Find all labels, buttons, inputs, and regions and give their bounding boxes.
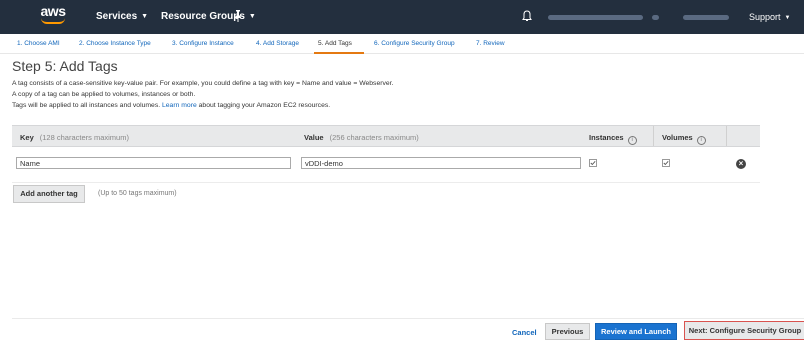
bell-icon[interactable] [522,10,532,22]
tag-value-input[interactable] [301,157,581,169]
chevron-down-icon: ▼ [248,13,256,20]
cancel-link[interactable]: Cancel [512,328,537,337]
value-header-label: Value [304,133,324,142]
step-add-tags[interactable]: 5. Add Tags [318,40,352,47]
description-line-3: Tags will be applied to all instances an… [12,102,330,109]
step-choose-ami[interactable]: 1. Choose AMI [17,40,60,47]
info-icon[interactable]: i [627,136,637,145]
pin-icon[interactable] [233,10,243,25]
instances-checkbox[interactable] [589,159,597,167]
support-menu[interactable]: Support ▼ [749,12,790,22]
add-tag-hint: (Up to 50 tags maximum) [98,190,177,197]
support-label: Support [749,12,781,22]
step-review[interactable]: 7. Review [476,40,505,47]
review-and-launch-button[interactable]: Review and Launch [595,323,677,340]
description-line-1: A tag consists of a case-sensitive key-v… [12,80,394,87]
previous-button[interactable]: Previous [545,323,590,340]
region-menu[interactable] [683,15,729,20]
active-step-indicator [314,52,364,54]
add-another-tag-button[interactable]: Add another tag [13,185,85,203]
aws-logo[interactable]: aws [38,4,68,30]
chevron-down-icon: ▼ [784,15,791,21]
remove-circle-icon[interactable]: × [736,159,746,169]
volumes-checkbox[interactable] [662,159,670,167]
services-menu[interactable]: Services ▼ [96,11,148,22]
page-title: Step 5: Add Tags [12,58,118,74]
description-text-tail: about tagging your Amazon EC2 resources. [198,102,331,109]
aws-logo-text: aws [40,3,66,19]
key-column-header: Key (128 characters maximum) [20,133,129,142]
tag-key-input[interactable] [16,157,291,169]
top-nav: aws Services ▼ Resource Groups ▼ Support ▼ [0,0,804,34]
learn-more-link[interactable]: Learn more [162,102,197,109]
value-column-header: Value (256 characters maximum) [304,133,419,142]
volumes-column-header: Volumes i [662,133,706,145]
info-icon[interactable]: i [696,136,706,145]
value-header-hint: (256 characters maximum) [329,133,419,142]
chevron-down-icon: ▼ [141,13,149,20]
description-text: Tags will be applied to all instances an… [12,102,161,109]
instances-header-label: Instances [589,133,624,142]
footer-divider [12,318,804,319]
volumes-header-label: Volumes [662,133,693,142]
tags-table-header: Key (128 characters maximum) Value (256 ch… [12,125,760,147]
key-header-hint: (128 characters maximum) [39,133,129,142]
step-choose-instance-type[interactable]: 2. Choose Instance Type [79,40,151,47]
step-configure-instance[interactable]: 3. Configure Instance [172,40,234,47]
account-caret-blur [652,15,659,20]
step-configure-security-group[interactable]: 6. Configure Security Group [374,40,455,47]
wizard-steps: 1. Choose AMI 2. Choose Instance Type 3.… [0,34,804,54]
step-add-storage[interactable]: 4. Add Storage [256,40,299,47]
column-divider [726,126,727,146]
key-header-label: Key [20,133,34,142]
column-divider [653,126,654,146]
description-line-2: A copy of a tag can be applied to volume… [12,91,196,98]
services-label: Services [96,11,138,22]
next-configure-security-group-button[interactable]: Next: Configure Security Group [684,321,804,340]
account-menu[interactable] [548,15,643,20]
instances-column-header: Instances i [589,133,637,145]
row-divider [12,182,760,183]
